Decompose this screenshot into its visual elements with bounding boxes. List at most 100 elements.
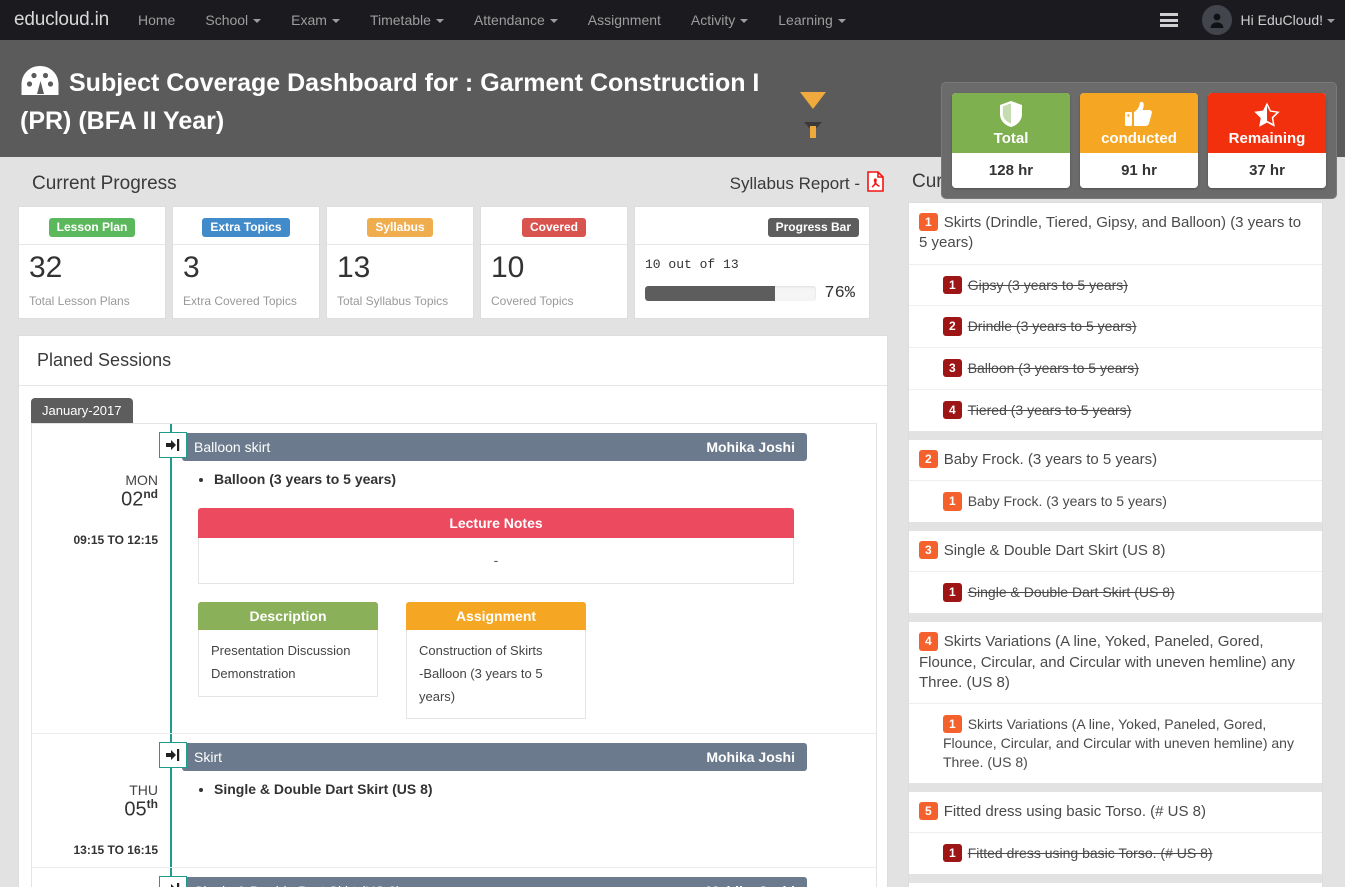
- syllabus-child-text: Balloon (3 years to 5 years): [968, 360, 1139, 376]
- navbar-right: Hi EduCloud!: [1160, 5, 1345, 35]
- session-row: MON02nd09:15 TO 12:15Balloon skirtMohika…: [32, 424, 876, 734]
- nav-item-label: School: [205, 12, 248, 28]
- stat-card-conducted[interactable]: conducted91 hr: [1080, 93, 1198, 188]
- nav-item-label: Exam: [291, 12, 327, 28]
- filter-control[interactable]: [793, 92, 833, 132]
- month-tag[interactable]: January-2017: [31, 398, 133, 423]
- syllabus-parent-text: Skirts Variations (A line, Yoked, Panele…: [919, 633, 1295, 691]
- session-datetime: MON02nd09:15 TO 12:15: [32, 424, 172, 733]
- sign-in-icon[interactable]: [159, 876, 187, 887]
- syllabus-child-item[interactable]: 4Tiered (3 years to 5 years): [909, 390, 1322, 431]
- nav-item-attendance[interactable]: Attendance: [459, 0, 573, 40]
- session-day: THU: [129, 782, 158, 798]
- nav-item-assignment[interactable]: Assignment: [573, 0, 676, 40]
- progress-bar-fill: [645, 286, 775, 301]
- stat-card-label: Remaining: [1208, 130, 1326, 147]
- nav-item-home[interactable]: Home: [123, 0, 190, 40]
- session-time: 09:15 TO 12:15: [74, 533, 159, 547]
- nav-item-exam[interactable]: Exam: [276, 0, 355, 40]
- syllabus-child-item[interactable]: 1 Baby Frock. (3 years to 5 years): [909, 481, 1322, 522]
- syllabus-parent-item[interactable]: 6Princess Line fitted dress (Shoulder an…: [909, 883, 1322, 887]
- nav-item-school[interactable]: School: [190, 0, 276, 40]
- half-star-icon: [1208, 100, 1326, 128]
- brand-logo[interactable]: educloud.in: [0, 9, 123, 31]
- progress-card-covered: Covered10Covered Topics: [480, 206, 628, 319]
- nav-item-label: Home: [138, 12, 175, 28]
- progress-card-number: 32: [29, 251, 155, 286]
- syllabus-child-text: Baby Frock. (3 years to 5 years): [968, 493, 1167, 509]
- session-date-ordinal: th: [147, 797, 158, 811]
- nav-links: Home School Exam Timetable Attendance Assignm…: [123, 0, 861, 40]
- session-date-num: 02: [121, 489, 143, 511]
- description-box: DescriptionPresentation DiscussionDemons…: [198, 602, 378, 719]
- syllabus-child-number: 1: [943, 492, 962, 510]
- chevron-down-icon: [253, 19, 261, 23]
- dashboard-gauge-icon: [20, 64, 60, 106]
- syllabus-child-text: Fitted dress using basic Torso. (# US 8): [968, 845, 1213, 861]
- progress-card-number: 3: [183, 251, 309, 286]
- progress-card-number: 10: [491, 251, 617, 286]
- syllabus-parent-number: 5: [919, 802, 938, 820]
- pdf-file-icon[interactable]: [867, 171, 884, 197]
- username-text: Hi EduCloud!: [1241, 12, 1324, 28]
- funnel-filter-icon[interactable]: [800, 92, 826, 109]
- syllabus-parent-item[interactable]: 3Single & Double Dart Skirt (US 8): [909, 531, 1322, 572]
- user-menu[interactable]: Hi EduCloud!: [1202, 5, 1336, 35]
- chevron-down-icon: [740, 19, 748, 23]
- session-row: MON09thSingle & Double Dart Skirt (US 8)…: [32, 868, 876, 887]
- description-body: Presentation DiscussionDemonstration: [198, 630, 378, 697]
- nav-item-label: Learning: [778, 12, 833, 28]
- right-column: Current Syllabus 1Skirts (Drindle, Tiere…: [900, 157, 1345, 887]
- syllabus-child-text: Gipsy (3 years to 5 years): [968, 277, 1128, 293]
- syllabus-child-item[interactable]: 1Single & Double Dart Skirt (US 8): [909, 572, 1322, 613]
- syllabus-child-item[interactable]: 1Skirts Variations (A line, Yoked, Panel…: [909, 704, 1322, 783]
- stat-card-label: conducted: [1080, 130, 1198, 147]
- progress-card-badge: Syllabus: [367, 218, 432, 237]
- progress-bar-badge: Progress Bar: [768, 218, 859, 237]
- nav-item-learning[interactable]: Learning: [763, 0, 861, 40]
- sign-in-icon[interactable]: [159, 742, 187, 768]
- syllabus-parent-text: Skirts (Drindle, Tiered, Gipsy, and Ball…: [919, 214, 1301, 251]
- current-progress-header: Current Progress Syllabus Report -: [14, 171, 888, 206]
- syllabus-parent-item[interactable]: 4Skirts Variations (A line, Yoked, Panel…: [909, 622, 1322, 704]
- syllabus-group: 2Baby Frock. (3 years to 5 years) 1 Baby F…: [909, 440, 1322, 531]
- syllabus-child-item[interactable]: 3Balloon (3 years to 5 years): [909, 348, 1322, 390]
- stat-card-remaining[interactable]: Remaining 37 hr: [1208, 93, 1326, 188]
- syllabus-child-item[interactable]: 1Fitted dress using basic Torso. (# US 8…: [909, 833, 1322, 874]
- syllabus-child-item[interactable]: 2Drindle (3 years to 5 years): [909, 306, 1322, 348]
- syllabus-parent-item[interactable]: 2Baby Frock. (3 years to 5 years): [909, 440, 1322, 481]
- session-datetime: THU05th13:15 TO 16:15: [32, 734, 172, 867]
- session-header-bar[interactable]: SkirtMohika Joshi: [182, 743, 807, 771]
- chevron-down-icon: [1327, 19, 1335, 23]
- section-title-progress: Current Progress: [32, 173, 177, 195]
- session-header-bar[interactable]: Single & Double Dart Skirt (US 8)Mohika …: [182, 877, 807, 887]
- syllabus-parent-item[interactable]: 5Fitted dress using basic Torso. (# US 8…: [909, 792, 1322, 833]
- progress-card-extra-topics: Extra Topics3Extra Covered Topics: [172, 206, 320, 319]
- progress-card-syllabus: Syllabus13Total Syllabus Topics: [326, 206, 474, 319]
- sign-in-icon[interactable]: [159, 432, 187, 458]
- syllabus-child-text: Drindle (3 years to 5 years): [968, 318, 1137, 334]
- session-day: MON: [125, 472, 158, 488]
- syllabus-child-number: 1: [943, 583, 962, 601]
- nav-item-timetable[interactable]: Timetable: [355, 0, 459, 40]
- lecture-notes-box: Lecture Notes-: [198, 508, 794, 584]
- nav-item-label: Attendance: [474, 12, 545, 28]
- syllabus-group: 4Skirts Variations (A line, Yoked, Panel…: [909, 622, 1322, 791]
- session-header-bar[interactable]: Balloon skirtMohika Joshi: [182, 433, 807, 461]
- syllabus-child-item[interactable]: 1Gipsy (3 years to 5 years): [909, 265, 1322, 307]
- chevron-down-icon: [332, 19, 340, 23]
- grid-list-icon[interactable]: [1160, 13, 1178, 27]
- session-date-num: 05: [124, 799, 146, 821]
- assignment-box: AssignmentConstruction of Skirts-Balloon…: [406, 602, 586, 719]
- syllabus-report-label: Syllabus Report -: [730, 174, 860, 194]
- description-line: Demonstration: [211, 663, 365, 686]
- lecture-notes-header: Lecture Notes: [198, 508, 794, 538]
- stat-card-total[interactable]: Total128 hr: [952, 93, 1070, 188]
- session-topic: Single & Double Dart Skirt (US 8): [214, 781, 876, 797]
- syllabus-report-link[interactable]: Syllabus Report -: [730, 171, 884, 197]
- syllabus-parent-item[interactable]: 1Skirts (Drindle, Tiered, Gipsy, and Bal…: [909, 203, 1322, 265]
- session-content: Single & Double Dart Skirt (US 8)Mohika …: [172, 868, 876, 887]
- nav-item-activity[interactable]: Activity: [676, 0, 763, 40]
- session-content: Balloon skirtMohika JoshiBalloon (3 year…: [172, 424, 876, 733]
- stat-card-value: 37 hr: [1208, 153, 1326, 188]
